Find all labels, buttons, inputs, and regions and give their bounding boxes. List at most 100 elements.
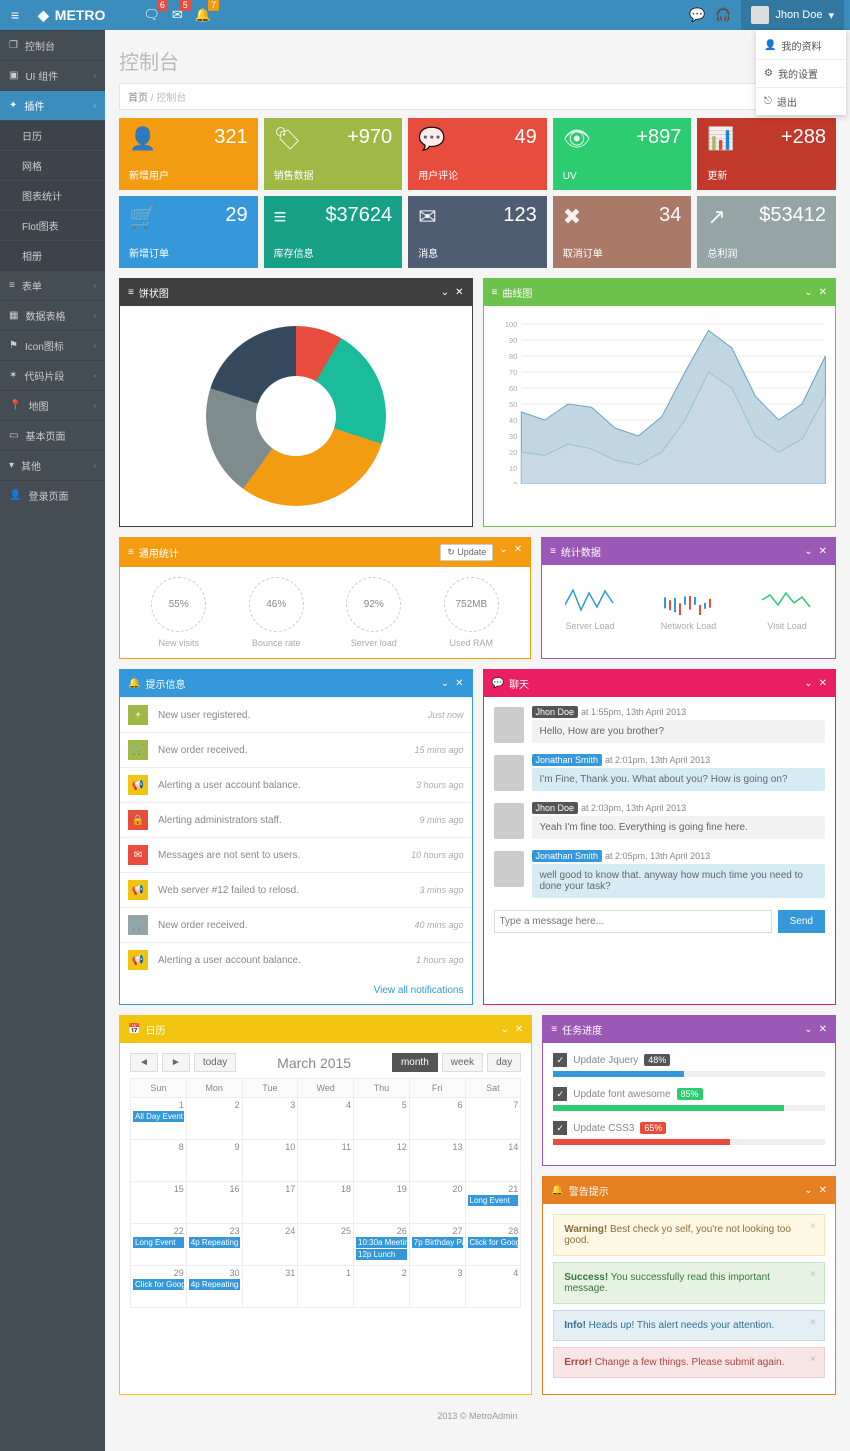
close-icon[interactable]: ×	[810, 1269, 816, 1280]
close-icon[interactable]: ✕	[515, 1024, 523, 1035]
chevron-down-icon[interactable]: ⌄	[441, 678, 449, 689]
sidebar-subitem[interactable]: 网格	[0, 150, 105, 180]
close-icon[interactable]: ✕	[819, 546, 827, 557]
cal-cell[interactable]: 21Long Event	[465, 1182, 521, 1224]
chevron-down-icon[interactable]: ⌄	[804, 1024, 812, 1035]
cal-prev[interactable]: ◄	[130, 1053, 158, 1072]
cal-cell[interactable]: 29Click for Google	[131, 1266, 187, 1308]
sidebar-subitem[interactable]: 图表统计	[0, 180, 105, 210]
close-icon[interactable]: ✕	[455, 678, 463, 689]
cal-cell[interactable]: 1	[298, 1266, 354, 1308]
notification-item[interactable]: 🛒New order received.15 mins ago	[120, 732, 472, 767]
close-icon[interactable]: ✕	[819, 1185, 827, 1196]
sidebar-item[interactable]: ✶代码片段›	[0, 360, 105, 390]
bell-icon[interactable]: 🔔7	[195, 7, 211, 23]
close-icon[interactable]: ×	[810, 1221, 816, 1232]
notification-item[interactable]: 📢Alerting a user account balance.1 hours…	[120, 942, 472, 977]
notification-item[interactable]: 🛒New order received.40 mins ago	[120, 907, 472, 942]
cal-cell[interactable]: 31	[242, 1266, 298, 1308]
cal-cell[interactable]: 1All Day Event	[131, 1098, 187, 1140]
chevron-down-icon[interactable]: ⌄	[441, 287, 449, 298]
close-icon[interactable]: ✕	[819, 1024, 827, 1035]
stat-tile[interactable]: 💬49用户评论	[408, 118, 547, 190]
cal-cell[interactable]: 234p Repeating Event	[186, 1224, 242, 1266]
close-icon[interactable]: ✕	[819, 287, 827, 298]
cal-cell[interactable]: 4	[298, 1098, 354, 1140]
task-check[interactable]: ✓	[553, 1121, 567, 1135]
send-button[interactable]: Send	[778, 910, 825, 933]
stat-tile[interactable]: 👤321新增用户	[119, 118, 258, 190]
chevron-down-icon[interactable]: ⌄	[499, 544, 507, 561]
stat-tile[interactable]: 🏷+970销售数据	[264, 118, 403, 190]
stat-tile[interactable]: ✉123消息	[408, 196, 547, 268]
cal-cell[interactable]: 277p Birthday Party	[409, 1224, 465, 1266]
chevron-down-icon[interactable]: ⌄	[804, 1185, 812, 1196]
breadcrumb-home[interactable]: 首页	[128, 93, 148, 104]
cal-cell[interactable]: 4	[465, 1266, 521, 1308]
sidebar-item[interactable]: ▦数据表格›	[0, 300, 105, 330]
sidebar-item[interactable]: 📍地图›	[0, 390, 105, 420]
cal-cell[interactable]: 3	[409, 1266, 465, 1308]
chevron-down-icon[interactable]: ⌄	[804, 678, 812, 689]
cal-cell[interactable]: 9	[186, 1140, 242, 1182]
chat-input[interactable]	[494, 910, 772, 933]
close-icon[interactable]: ×	[810, 1354, 816, 1365]
cal-cell[interactable]: 25	[298, 1224, 354, 1266]
cal-cell[interactable]: 304p Repeating Event	[186, 1266, 242, 1308]
headphone-icon[interactable]: 🎧	[715, 7, 731, 23]
user-menu-button[interactable]: Jhon Doe ▾	[741, 0, 844, 30]
stat-tile[interactable]: ↗$53412总利润	[697, 196, 836, 268]
envelope-icon[interactable]: ✉5	[172, 7, 183, 23]
menu-settings[interactable]: ⚙我的设置	[756, 59, 846, 87]
menu-profile[interactable]: 👤我的资料	[756, 32, 846, 59]
cal-cell[interactable]: 12	[354, 1140, 410, 1182]
sidebar-subitem[interactable]: Flot图表	[0, 210, 105, 240]
cal-view-month[interactable]: month	[392, 1053, 438, 1072]
cal-cell[interactable]: 18	[298, 1182, 354, 1224]
notification-item[interactable]: ✉Messages are not sent to users.10 hours…	[120, 837, 472, 872]
sidebar-item[interactable]: ❐控制台	[0, 30, 105, 60]
cal-cell[interactable]: 2	[354, 1266, 410, 1308]
sidebar-item[interactable]: ⚑Icon图标›	[0, 330, 105, 360]
close-icon[interactable]: ✕	[455, 287, 463, 298]
menu-toggle[interactable]: ≡	[0, 7, 30, 23]
cal-cell[interactable]: 2610:30a Meeting12p Lunch	[354, 1224, 410, 1266]
sidebar-item[interactable]: ✦插件›	[0, 90, 105, 120]
task-check[interactable]: ✓	[553, 1053, 567, 1067]
sidebar-subitem[interactable]: 相册	[0, 240, 105, 270]
chevron-down-icon[interactable]: ⌄	[804, 287, 812, 298]
update-button[interactable]: ↻ Update	[440, 544, 493, 561]
chevron-down-icon[interactable]: ⌄	[804, 546, 812, 557]
menu-logout[interactable]: ⎋退出	[756, 87, 846, 115]
chevron-down-icon[interactable]: ⌄	[500, 1024, 508, 1035]
stat-tile[interactable]: 📊+288更新	[697, 118, 836, 190]
notification-item[interactable]: +New user registered.Just now	[120, 697, 472, 732]
cal-cell[interactable]: 19	[354, 1182, 410, 1224]
brand-logo[interactable]: ◆METRO	[30, 7, 113, 24]
cal-cell[interactable]: 13	[409, 1140, 465, 1182]
cal-cell[interactable]: 28Click for Google	[465, 1224, 521, 1266]
stat-tile[interactable]: 🛒29新增订单	[119, 196, 258, 268]
cal-cell[interactable]: 16	[186, 1182, 242, 1224]
sidebar-item[interactable]: 👤登录页面	[0, 480, 105, 510]
sidebar-item[interactable]: ≡表单›	[0, 270, 105, 300]
notification-item[interactable]: 📢Alerting a user account balance.3 hours…	[120, 767, 472, 802]
cal-today[interactable]: today	[194, 1053, 236, 1072]
cal-cell[interactable]: 6	[409, 1098, 465, 1140]
cal-cell[interactable]: 3	[242, 1098, 298, 1140]
cal-cell[interactable]: 15	[131, 1182, 187, 1224]
messages-icon[interactable]: 🗨6	[143, 7, 160, 23]
cal-next[interactable]: ►	[162, 1053, 190, 1072]
task-check[interactable]: ✓	[553, 1087, 567, 1101]
cal-cell[interactable]: 10	[242, 1140, 298, 1182]
view-all-link[interactable]: View all notifications	[374, 985, 464, 996]
cal-cell[interactable]: 2	[186, 1098, 242, 1140]
stat-tile[interactable]: 👁+897UV	[553, 118, 692, 190]
notification-item[interactable]: 📢Web server #12 failed to relosd.3 mins …	[120, 872, 472, 907]
cal-cell[interactable]: 11	[298, 1140, 354, 1182]
cal-cell[interactable]: 7	[465, 1098, 521, 1140]
cal-cell[interactable]: 20	[409, 1182, 465, 1224]
sidebar-item[interactable]: ▾其他›	[0, 450, 105, 480]
sidebar-item[interactable]: ▣UI 组件›	[0, 60, 105, 90]
sidebar-subitem[interactable]: 日历	[0, 120, 105, 150]
